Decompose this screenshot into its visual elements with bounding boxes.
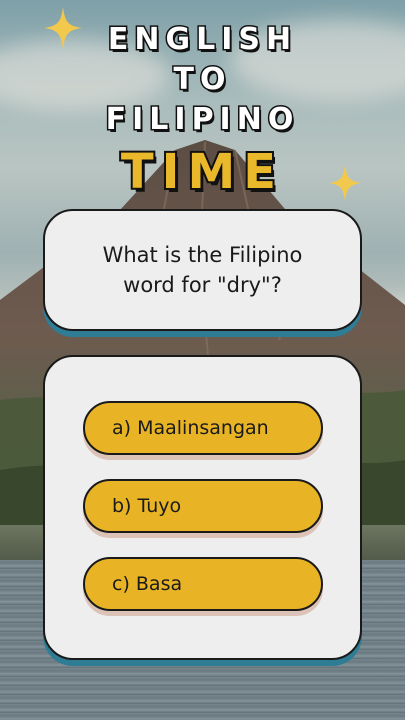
sparkle-icon xyxy=(329,165,361,201)
sparkle-icon xyxy=(44,7,82,49)
title-line-filipino: FILIPINO xyxy=(104,101,300,139)
answer-options-card: a) Maalinsangan b) Tuyo c) Basa xyxy=(43,355,362,660)
option-b-button[interactable]: b) Tuyo xyxy=(83,479,323,533)
option-c-button[interactable]: c) Basa xyxy=(83,557,323,611)
question-card: What is the Filipino word for "dry"? xyxy=(43,209,362,331)
title-line-to: TO xyxy=(172,61,232,99)
option-a-button[interactable]: a) Maalinsangan xyxy=(83,401,323,455)
question-text: What is the Filipino word for "dry"? xyxy=(102,243,303,297)
